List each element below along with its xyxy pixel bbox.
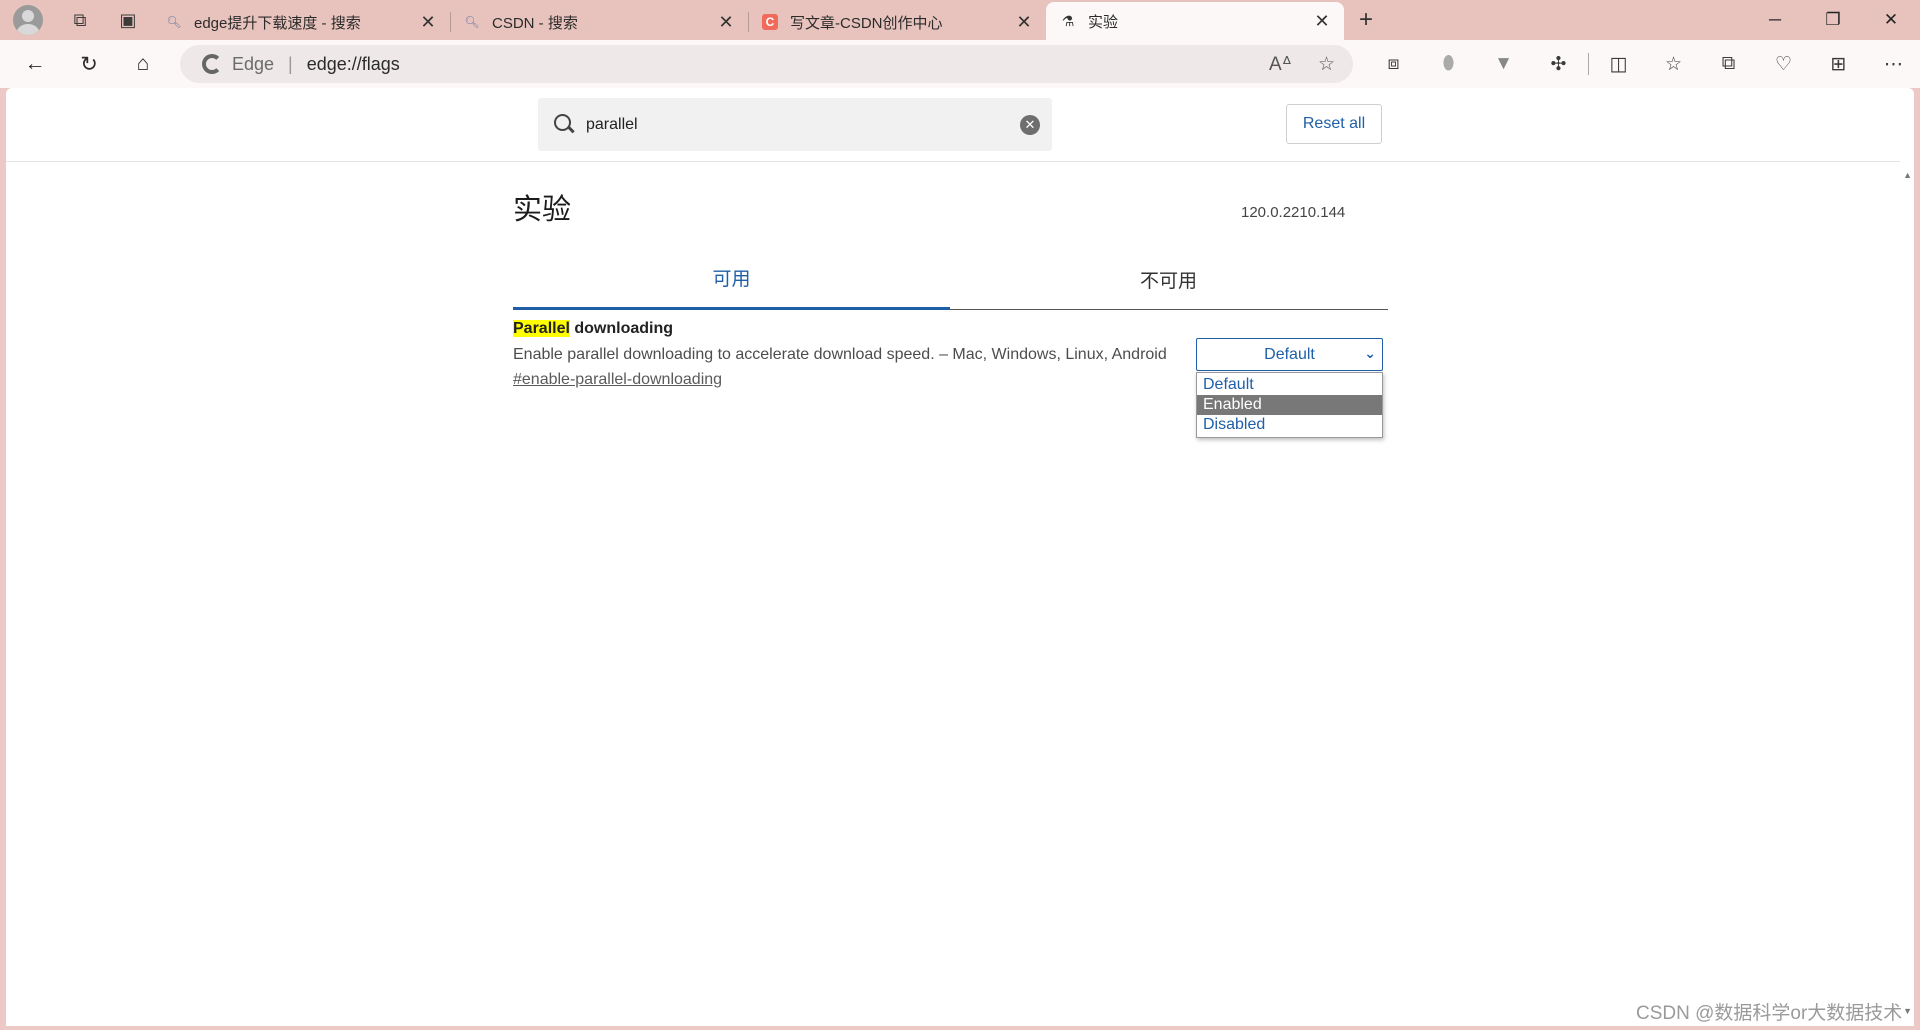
tab-csdn-search[interactable]: 🔍︎ CSDN - 搜索 ✕	[450, 4, 749, 40]
close-icon[interactable]: ✕	[1312, 11, 1332, 32]
scroll-up-arrow-icon[interactable]: ▲	[1903, 170, 1912, 180]
tab-title: 写文章-CSDN创作中心	[790, 14, 943, 32]
url-text[interactable]: edge://flags	[307, 54, 400, 75]
version-number: 120.0.2210.144	[1241, 204, 1346, 221]
tab-list: 🔍︎ edge提升下载速度 - 搜索 ✕ 🔍︎ CSDN - 搜索 ✕ C 写文…	[152, 0, 1344, 40]
home-button[interactable]: ⌂	[116, 44, 170, 84]
extension-button-3[interactable]: ▼	[1476, 44, 1531, 84]
apps-icon: ⊞	[1830, 53, 1847, 75]
scroll-down-arrow-icon[interactable]: ▼	[1903, 1006, 1912, 1016]
chevron-down-icon: ⌄	[1364, 345, 1376, 361]
split-screen-icon: ◫	[1609, 53, 1628, 75]
navigation-toolbar: ← ↻ ⌂ Edge | edge://flags Aᐞ ☆ ⧈ ⬮ ▼ ✣ ◫…	[0, 40, 1920, 88]
collections-icon: ⧉	[1721, 53, 1736, 74]
shield-icon: ⬮	[1442, 53, 1455, 74]
minimize-button[interactable]: ─	[1746, 0, 1804, 40]
option-enabled[interactable]: Enabled	[1197, 395, 1382, 415]
settings-menu-button[interactable]: ⋯	[1866, 44, 1920, 84]
extension-button-1[interactable]: ⧈	[1366, 44, 1421, 84]
tab-edge-search[interactable]: 🔍︎ edge提升下载速度 - 搜索 ✕	[152, 4, 451, 40]
toolbar-extensions: ⧈ ⬮ ▼ ✣ ◫ ☆ ⧉ ♡ ⊞ ⋯	[1366, 44, 1920, 84]
restore-button[interactable]: ❐	[1804, 0, 1862, 40]
clear-search-icon[interactable]: ✕	[1020, 114, 1040, 135]
profile-button[interactable]	[0, 0, 56, 40]
tab-actions-button[interactable]: ▣	[104, 0, 152, 40]
tab-title: edge提升下载速度 - 搜索	[194, 14, 361, 32]
flag-state-options: Default Enabled Disabled	[1196, 372, 1383, 438]
site-brand: Edge	[232, 53, 275, 74]
address-bar-actions: Aᐞ ☆	[1269, 45, 1335, 83]
favorites-button[interactable]: ☆	[1646, 44, 1701, 84]
home-icon: ⌂	[136, 52, 150, 75]
split-screen-button[interactable]: ◫	[1591, 44, 1646, 84]
workspaces-icon: ⧉	[73, 9, 87, 30]
flags-search-box: ✕	[538, 98, 1052, 151]
workspaces-button[interactable]: ⧉	[56, 0, 104, 40]
address-bar[interactable]: Edge | edge://flags Aᐞ ☆	[180, 45, 1353, 83]
search-highlight: Parallel	[513, 320, 570, 337]
extensions-button[interactable]: ✣	[1531, 44, 1586, 84]
favorites-icon: ☆	[1664, 53, 1683, 75]
refresh-button[interactable]: ↻	[62, 44, 116, 84]
refresh-icon: ↻	[80, 52, 98, 76]
close-icon[interactable]: ✕	[716, 12, 736, 33]
extension-button-2[interactable]: ⬮	[1421, 44, 1476, 84]
vue-icon: ▼	[1494, 53, 1513, 74]
tab-title: 实验	[1088, 13, 1119, 31]
edge-logo-icon	[202, 54, 222, 74]
tab-title: CSDN - 搜索	[492, 14, 578, 32]
search-icon: 🔍︎	[464, 15, 480, 29]
search-icon	[554, 113, 576, 136]
puzzle-icon: ✣	[1550, 53, 1567, 75]
close-icon[interactable]: ✕	[1014, 12, 1034, 33]
reset-all-button[interactable]: Reset all	[1286, 104, 1382, 144]
address-divider: |	[288, 53, 293, 74]
favorite-star-icon[interactable]: ☆	[1318, 53, 1335, 76]
availability-tabs: 可用 不可用	[513, 248, 1388, 310]
search-input[interactable]	[586, 109, 1020, 140]
flag-anchor-link[interactable]: #enable-parallel-downloading	[513, 371, 722, 389]
page-title: 实验	[513, 194, 572, 226]
back-arrow-icon: ←	[24, 52, 46, 75]
new-tab-button[interactable]: +	[1344, 0, 1388, 40]
option-default[interactable]: Default	[1197, 375, 1382, 395]
flag-state-select[interactable]: Default ⌄	[1196, 338, 1383, 371]
avatar	[13, 5, 43, 35]
toolbar-divider	[1588, 53, 1589, 75]
tab-flags[interactable]: ⚗ 实验 ✕	[1046, 2, 1344, 40]
read-aloud-icon[interactable]: Aᐞ	[1269, 53, 1292, 76]
tab-available[interactable]: 可用	[513, 248, 950, 310]
close-icon[interactable]: ✕	[418, 12, 438, 33]
collections-button[interactable]: ⧉	[1701, 44, 1756, 84]
close-window-button[interactable]: ✕	[1862, 0, 1920, 40]
browser-essentials-button[interactable]: ⊞	[1811, 44, 1866, 84]
back-button[interactable]: ←	[8, 44, 62, 84]
heart-pulse-icon: ♡	[1774, 53, 1793, 75]
flags-page: ✕ Reset all ▲ ▼ 实验 120.0.2210.144 可用 不可用…	[6, 88, 1914, 1026]
csdn-icon: C	[762, 14, 778, 30]
flask-icon: ⚗	[1061, 12, 1075, 29]
flag-name: Parallel downloading	[513, 320, 1388, 338]
tab-csdn-write[interactable]: C 写文章-CSDN创作中心 ✕	[748, 4, 1046, 40]
performance-button[interactable]: ♡	[1756, 44, 1811, 84]
document-icon: ⧈	[1387, 53, 1400, 74]
vertical-tabs-icon: ▣	[119, 9, 137, 30]
watermark: CSDN @数据科学or大数据技术	[1636, 1003, 1903, 1024]
tab-unavailable[interactable]: 不可用	[950, 248, 1387, 310]
tab-strip: ⧉ ▣ 🔍︎ edge提升下载速度 - 搜索 ✕ 🔍︎ CSDN - 搜索 ✕ …	[0, 0, 1920, 40]
window-controls: ─ ❐ ✕	[1746, 0, 1920, 40]
flag-name-rest: downloading	[569, 320, 674, 337]
select-value: Default	[1264, 345, 1315, 363]
flags-search-header: ✕ Reset all	[6, 88, 1900, 162]
option-disabled[interactable]: Disabled	[1197, 415, 1382, 435]
search-icon: 🔍︎	[166, 15, 182, 29]
more-icon: ⋯	[1884, 53, 1903, 75]
